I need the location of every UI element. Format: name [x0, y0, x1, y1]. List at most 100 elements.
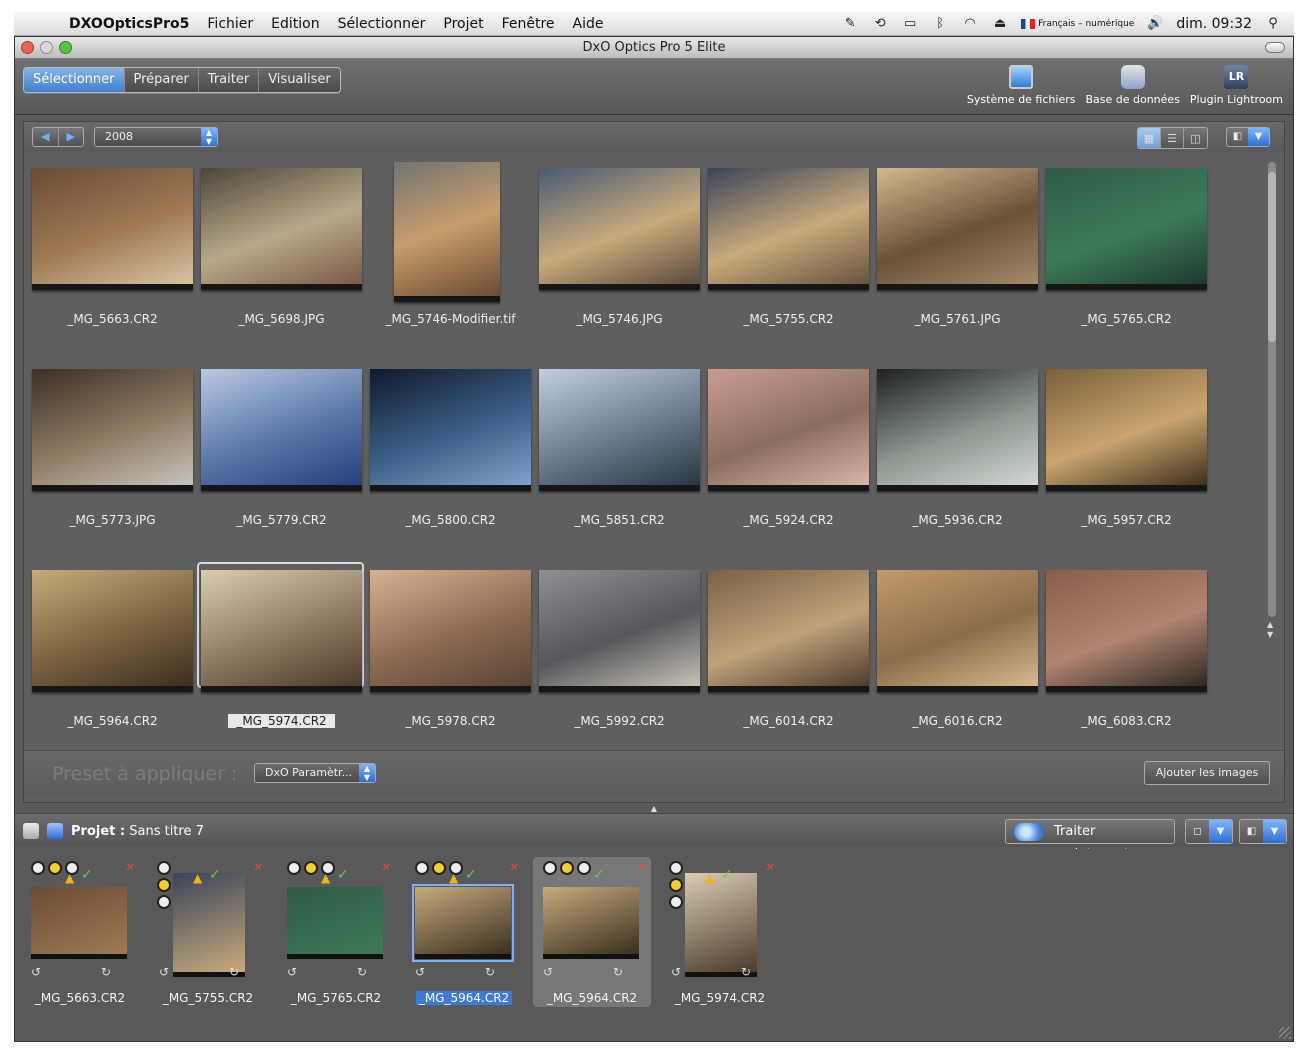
process-now-button[interactable]: Traiter maintenant [1005, 819, 1175, 862]
thumbnail-item[interactable]: _MG_5957.CR2 [1042, 363, 1211, 553]
remove-icon[interactable]: ✕ [638, 861, 647, 874]
time-machine-icon[interactable]: ⟲ [871, 16, 889, 32]
remove-icon[interactable]: ✕ [382, 861, 391, 874]
rotate-right-icon[interactable]: ↻ [485, 965, 495, 979]
rotate-right-icon[interactable]: ↻ [613, 965, 623, 979]
rotate-right-icon[interactable]: ↻ [229, 965, 239, 979]
volume-icon[interactable]: 🔊 [1146, 16, 1164, 32]
menu-aide[interactable]: Aide [564, 16, 613, 32]
minimize-window-button[interactable] [40, 41, 53, 54]
menu-projet[interactable]: Projet [434, 16, 492, 32]
tab-selectionner[interactable]: Sélectionner [24, 68, 125, 92]
status-light-icon [157, 895, 171, 909]
project-display-button[interactable]: ◧ ▼ [1239, 819, 1287, 844]
thumbnail-item[interactable]: _MG_5698.JPG [197, 162, 366, 352]
display-options-button[interactable]: ◧ ▼ [1226, 127, 1270, 147]
rotate-right-icon[interactable]: ↻ [741, 965, 751, 979]
tab-traiter[interactable]: Traiter [198, 68, 260, 92]
thumbnail-image [539, 168, 700, 290]
menu-fichier[interactable]: Fichier [198, 16, 262, 32]
zoom-window-button[interactable] [59, 41, 72, 54]
thumbnail-item[interactable]: _MG_5746-Modifier.tif [366, 162, 535, 352]
thumbnail-filename: _MG_5978.CR2 [405, 714, 496, 728]
remove-icon[interactable]: ✕ [766, 861, 775, 874]
thumbnail-item[interactable]: _MG_5663.CR2 [28, 162, 197, 352]
rotate-left-icon[interactable]: ↺ [287, 965, 297, 979]
remove-icon[interactable]: ✕ [254, 861, 263, 874]
thumbnail-item[interactable]: _MG_5936.CR2 [873, 363, 1042, 553]
tab-preparer[interactable]: Préparer [124, 68, 199, 92]
remove-icon[interactable]: ✕ [510, 861, 519, 874]
add-images-button[interactable]: Ajouter les images [1144, 761, 1270, 785]
browser-scrollbar[interactable]: ▲ ▼ [1266, 162, 1278, 762]
thumbnail-item[interactable]: _MG_6014.CR2 [704, 564, 873, 750]
grid-view-icon[interactable]: ▦ [1138, 128, 1161, 148]
warning-icon: ▲ [321, 871, 331, 885]
project-item[interactable]: ▲ ✓ ✕ ↺ ↻ _MG_5755.CR2 [149, 857, 267, 1007]
save-project-icon[interactable] [47, 823, 63, 839]
filesystem-button[interactable]: Système de fichiers [967, 65, 1075, 106]
menu-fenetre[interactable]: Fenêtre [493, 16, 564, 32]
thumbnail-item[interactable]: _MG_5773.JPG [28, 363, 197, 553]
project-item[interactable]: ✓ ✕ ↺ ↻ _MG_5964.CR2 [533, 857, 651, 1007]
lightroom-plugin-button[interactable]: LR Plugin Lightroom [1190, 65, 1283, 106]
thumbnail-item[interactable]: _MG_5761.JPG [873, 162, 1042, 352]
rotate-right-icon[interactable]: ↻ [357, 965, 367, 979]
remove-icon[interactable]: ✕ [126, 861, 135, 874]
rotate-left-icon[interactable]: ↺ [31, 965, 41, 979]
spotlight-search-icon[interactable]: ⚲ [1264, 16, 1282, 32]
menu-app[interactable]: DXOOpticsPro5 [60, 16, 198, 32]
scroll-thumb[interactable] [1268, 172, 1276, 342]
menu-edition[interactable]: Edition [262, 16, 328, 32]
list-view-icon[interactable]: ☰ [1161, 128, 1184, 148]
thumbnail-item[interactable]: _MG_5765.CR2 [1042, 162, 1211, 352]
thumbnail-item[interactable]: _MG_5992.CR2 [535, 564, 704, 750]
script-menu-icon[interactable]: ✎ [841, 16, 859, 32]
resize-grip-icon[interactable] [1279, 1027, 1291, 1039]
rotate-left-icon[interactable]: ↺ [543, 965, 553, 979]
thumbnail-item[interactable]: _MG_5974.CR2 [197, 562, 366, 750]
project-item[interactable]: ▲ ✓ ✕ ↺ ↻ _MG_5765.CR2 [277, 857, 395, 1007]
new-project-icon[interactable] [23, 823, 39, 839]
database-button[interactable]: Base de données [1085, 65, 1180, 106]
back-arrow-icon[interactable]: ◀ [33, 128, 59, 146]
thumbnail-item[interactable]: _MG_6083.CR2 [1042, 564, 1211, 750]
status-light-icon [577, 861, 591, 875]
tab-visualiser[interactable]: Visualiser [259, 68, 340, 92]
project-item[interactable]: ▲ ✓ ✕ ↺ ↻ _MG_5964.CR2 [405, 857, 523, 1007]
rotate-left-icon[interactable]: ↺ [671, 965, 681, 979]
input-menu[interactable]: Français – numérique [1021, 18, 1134, 29]
eject-icon[interactable]: ⏏ [991, 16, 1009, 32]
rotate-left-icon[interactable]: ↺ [415, 965, 425, 979]
folder-select[interactable]: 2008 ▲ ▼ [94, 127, 218, 147]
thumbnail-filename: _MG_5765.CR2 [1081, 312, 1172, 326]
thumbnail-item[interactable]: _MG_5978.CR2 [366, 564, 535, 750]
panel-splitter[interactable]: ▲ [15, 805, 1293, 813]
menu-selectionner[interactable]: Sélectionner [329, 16, 435, 32]
project-view-button[interactable]: ◻ ▼ [1185, 819, 1233, 844]
thumbnail-item[interactable]: _MG_5755.CR2 [704, 162, 873, 352]
thumbnail-item[interactable]: _MG_5746.JPG [535, 162, 704, 352]
close-window-button[interactable] [21, 41, 34, 54]
thumbnail-item[interactable]: _MG_5851.CR2 [535, 363, 704, 553]
warning-icon: ▲ [705, 871, 715, 885]
window-title: DxO Optics Pro 5 Elite [582, 40, 726, 55]
project-item[interactable]: ▲ ✓ ✕ ↺ ↻ _MG_5663.CR2 [21, 857, 139, 1007]
scroll-arrows-icon[interactable]: ▲ ▼ [1267, 620, 1273, 640]
rotate-right-icon[interactable]: ↻ [101, 965, 111, 979]
rotate-left-icon[interactable]: ↺ [159, 965, 169, 979]
forward-arrow-icon[interactable]: ▶ [59, 128, 84, 146]
bluetooth-icon[interactable]: ᛒ [931, 16, 949, 32]
thumbnail-item[interactable]: _MG_5924.CR2 [704, 363, 873, 553]
project-item[interactable]: ▲ ✓ ✕ ↺ ↻ _MG_5974.CR2 [661, 857, 779, 1007]
display-icon[interactable]: ▭ [901, 16, 919, 32]
thumbnail-item[interactable]: _MG_6016.CR2 [873, 564, 1042, 750]
preset-select[interactable]: DxO Paramètr... ▲ ▼ [254, 763, 376, 783]
wifi-icon[interactable]: ◠ [961, 16, 979, 32]
detail-view-icon[interactable]: ◫ [1184, 128, 1207, 148]
thumbnail-item[interactable]: _MG_5779.CR2 [197, 363, 366, 553]
toolbar-toggle-button[interactable] [1265, 42, 1285, 53]
thumbnail-item[interactable]: _MG_5964.CR2 [28, 564, 197, 750]
thumbnail-item[interactable]: _MG_5800.CR2 [366, 363, 535, 553]
menu-clock[interactable]: dim. 09:32 [1176, 16, 1252, 32]
